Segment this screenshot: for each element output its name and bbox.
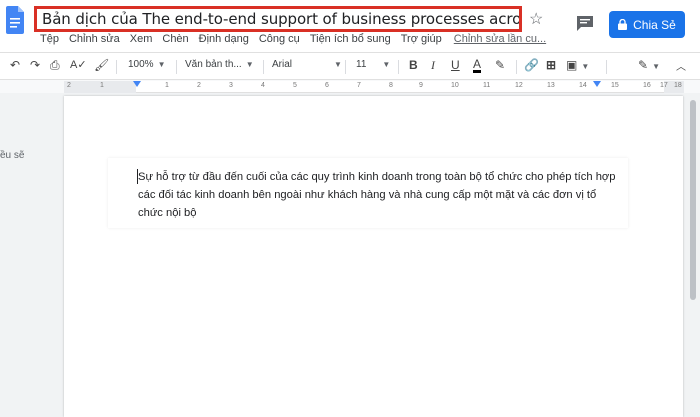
ruler-number: 11 <box>483 82 491 89</box>
highlight-icon[interactable]: ✎ <box>495 58 505 72</box>
ruler-number: 2 <box>197 82 201 89</box>
left-indent-marker[interactable] <box>133 81 141 87</box>
chevron-down-icon: ▼ <box>245 60 254 69</box>
document-title[interactable]: Bản dịch của The end-to-end support of b… <box>42 10 519 28</box>
document-paragraph[interactable]: Sự hỗ trợ từ đầu đến cuối của các quy tr… <box>138 168 616 222</box>
editing-mode-icon[interactable]: ✎ ▼ <box>638 58 660 72</box>
undo-icon[interactable]: ↶ <box>10 58 20 72</box>
menu-addons[interactable]: Tiện ích bổ sung <box>310 33 391 48</box>
zoom-select[interactable]: 100% ▼ <box>128 59 166 70</box>
zoom-value: 100% <box>128 59 154 70</box>
ruler-number: 15 <box>611 82 619 89</box>
ruler-number: 13 <box>547 82 555 89</box>
menu-help[interactable]: Trợ giúp <box>401 33 442 48</box>
toolbar-divider <box>263 60 264 74</box>
style-value: Văn bản th... <box>185 59 242 70</box>
lock-icon <box>618 19 628 30</box>
menu-file[interactable]: Tệp <box>40 33 59 48</box>
share-label: Chia Sẻ <box>633 17 676 32</box>
menu-tools[interactable]: Công cụ <box>259 33 300 48</box>
ruler[interactable]: 2 1 1 2 3 4 5 6 7 8 9 10 11 12 13 14 15 … <box>64 81 684 93</box>
font-size-value: 11 <box>356 59 367 70</box>
ruler-number: 3 <box>229 82 233 89</box>
ruler-number: 7 <box>357 82 361 89</box>
last-edit-link[interactable]: Chỉnh sửa lần cu... <box>454 33 546 48</box>
menu-insert[interactable]: Chèn <box>162 33 188 48</box>
toolbar-divider <box>398 60 399 74</box>
font-size-select[interactable]: 11 ▼ <box>356 59 390 70</box>
font-select[interactable]: Arial ▼ <box>272 59 342 70</box>
text-color-icon[interactable]: A <box>473 58 482 73</box>
toolbar-divider <box>116 60 117 74</box>
ruler-number: 17 <box>660 82 668 89</box>
insert-image-icon[interactable]: ▣ ▼ <box>566 58 589 72</box>
sidebar-outline-text: ều sẽ <box>0 150 25 161</box>
spellcheck-icon[interactable]: A✓ <box>70 58 87 71</box>
paint-format-icon[interactable]: 🖌 <box>94 58 109 72</box>
document-title-highlight[interactable]: Bản dịch của The end-to-end support of b… <box>34 6 522 32</box>
ruler-number: 10 <box>451 82 459 89</box>
ruler-number: 16 <box>643 82 651 89</box>
toolbar-divider <box>606 60 607 74</box>
ruler-number: 14 <box>579 82 587 89</box>
toolbar-divider <box>516 60 517 74</box>
ruler-number: 4 <box>261 82 265 89</box>
chevron-down-icon: ▼ <box>581 62 590 71</box>
bold-icon[interactable]: B <box>409 58 418 72</box>
add-comment-icon[interactable]: ⊞ <box>546 58 556 72</box>
docs-logo-icon[interactable] <box>6 6 24 34</box>
ruler-number: 2 <box>67 82 71 89</box>
menu-view[interactable]: Xem <box>130 33 153 48</box>
link-icon[interactable]: 🔗 <box>524 58 539 72</box>
ruler-number: 1 <box>165 82 169 89</box>
redo-icon[interactable]: ↷ <box>30 58 40 72</box>
ruler-number: 18 <box>674 82 682 89</box>
document-page[interactable] <box>64 96 683 417</box>
chevron-down-icon: ▼ <box>382 60 391 69</box>
right-indent-marker[interactable] <box>593 81 601 87</box>
menu-edit[interactable]: Chỉnh sửa <box>69 33 120 48</box>
style-select[interactable]: Văn bản th... ▼ <box>185 59 254 70</box>
ruler-number: 12 <box>515 82 523 89</box>
menu-format[interactable]: Định dạng <box>199 33 249 48</box>
title-bar: Bản dịch của The end-to-end support of b… <box>0 0 700 52</box>
toolbar: ↶ ↷ ⎙ A✓ 🖌 100% ▼ Văn bản th... ▼ Arial ▼ 1… <box>0 52 700 80</box>
print-icon[interactable]: ⎙ <box>50 58 60 73</box>
collapse-icon[interactable]: ︿ <box>676 58 686 73</box>
share-button[interactable]: Chia Sẻ <box>609 11 685 38</box>
italic-icon[interactable]: I <box>431 58 435 73</box>
comment-icon[interactable] <box>576 15 594 31</box>
chevron-down-icon: ▼ <box>334 60 342 69</box>
toolbar-divider <box>176 60 177 74</box>
font-value: Arial <box>272 59 293 70</box>
vertical-scrollbar[interactable] <box>690 100 696 300</box>
star-icon[interactable]: ☆ <box>529 9 543 29</box>
ruler-number: 9 <box>419 82 423 89</box>
chevron-down-icon: ▼ <box>157 60 166 69</box>
ruler-number: 8 <box>389 82 393 89</box>
ruler-number: 5 <box>293 82 297 89</box>
menu-bar: Tệp Chỉnh sửa Xem Chèn Định dạng Công cụ… <box>40 33 556 48</box>
ruler-number: 1 <box>100 82 104 89</box>
text-cursor <box>137 169 138 184</box>
toolbar-divider <box>345 60 346 74</box>
underline-icon[interactable]: U <box>451 58 460 72</box>
ruler-number: 6 <box>325 82 329 89</box>
chevron-down-icon: ▼ <box>652 62 660 71</box>
